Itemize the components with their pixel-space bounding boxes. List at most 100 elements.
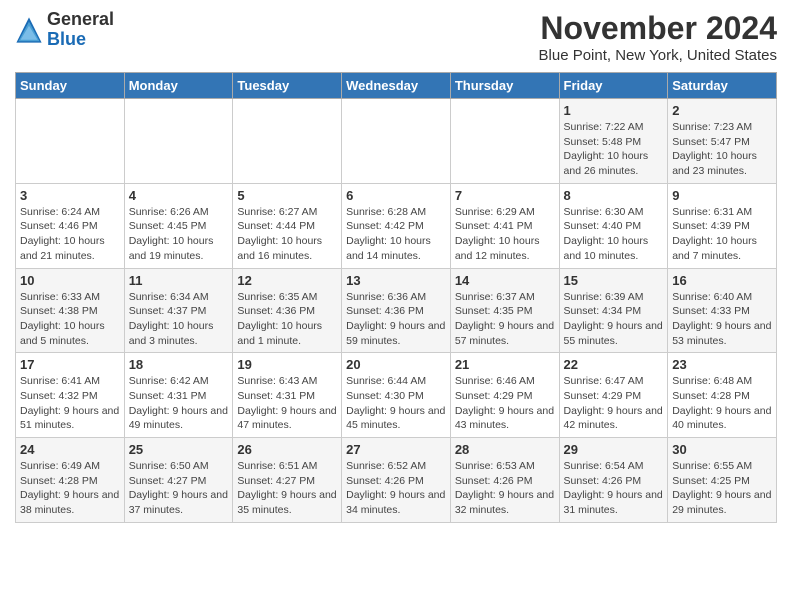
calendar-cell: 27 Sunrise: 6:52 AM Sunset: 4:26 PM Dayli…	[342, 438, 451, 523]
day-number: 21	[455, 357, 555, 372]
calendar-cell: 26 Sunrise: 6:51 AM Sunset: 4:27 PM Dayli…	[233, 438, 342, 523]
day-number: 15	[564, 273, 664, 288]
day-number: 26	[237, 442, 337, 457]
calendar-cell: 12 Sunrise: 6:35 AM Sunset: 4:36 PM Dayli…	[233, 268, 342, 353]
day-number: 22	[564, 357, 664, 372]
day-number: 5	[237, 188, 337, 203]
calendar-cell	[342, 99, 451, 184]
calendar-cell: 22 Sunrise: 6:47 AM Sunset: 4:29 PM Dayli…	[559, 353, 668, 438]
calendar-cell	[450, 99, 559, 184]
day-number: 6	[346, 188, 446, 203]
calendar-week-row: 3 Sunrise: 6:24 AM Sunset: 4:46 PM Daylig…	[16, 183, 777, 268]
weekday-header-row: SundayMondayTuesdayWednesdayThursdayFrid…	[16, 73, 777, 99]
calendar-cell: 17Sunrise: 6:41 AM Sunset: 4:32 PM Dayli…	[16, 353, 125, 438]
calendar-cell: 2 Sunrise: 7:23 AM Sunset: 5:47 PM Daylig…	[668, 99, 777, 184]
logo: General Blue	[15, 10, 114, 50]
day-info: Sunrise: 6:42 AM Sunset: 4:31 PM Dayligh…	[129, 374, 229, 433]
calendar-cell: 29 Sunrise: 6:54 AM Sunset: 4:26 PM Dayli…	[559, 438, 668, 523]
weekday-header: Monday	[124, 73, 233, 99]
calendar-cell: 24 Sunrise: 6:49 AM Sunset: 4:28 PM Dayli…	[16, 438, 125, 523]
day-number: 2	[672, 103, 772, 118]
day-info: Sunrise: 6:36 AM Sunset: 4:36 PM Dayligh…	[346, 290, 446, 349]
calendar-week-row: 24 Sunrise: 6:49 AM Sunset: 4:28 PM Dayli…	[16, 438, 777, 523]
day-info: Sunrise: 6:47 AM Sunset: 4:29 PM Dayligh…	[564, 374, 664, 433]
calendar-table: SundayMondayTuesdayWednesdayThursdayFrid…	[15, 72, 777, 523]
calendar-cell: 30 Sunrise: 6:55 AM Sunset: 4:25 PM Dayli…	[668, 438, 777, 523]
day-number: 19	[237, 357, 337, 372]
day-number: 12	[237, 273, 337, 288]
day-number: 1	[564, 103, 664, 118]
day-number: 24	[20, 442, 120, 457]
day-number: 30	[672, 442, 772, 457]
day-info: Sunrise: 6:41 AM Sunset: 4:32 PM Dayligh…	[20, 374, 120, 433]
day-info: Sunrise: 6:24 AM Sunset: 4:46 PM Dayligh…	[20, 205, 120, 264]
calendar-cell: 3 Sunrise: 6:24 AM Sunset: 4:46 PM Daylig…	[16, 183, 125, 268]
title-block: November 2024 Blue Point, New York, Unit…	[539, 10, 777, 64]
calendar-body: 1 Sunrise: 7:22 AM Sunset: 5:48 PM Daylig…	[16, 99, 777, 523]
day-info: Sunrise: 6:35 AM Sunset: 4:36 PM Dayligh…	[237, 290, 337, 349]
calendar-cell: 11 Sunrise: 6:34 AM Sunset: 4:37 PM Dayli…	[124, 268, 233, 353]
weekday-header: Thursday	[450, 73, 559, 99]
day-info: Sunrise: 6:52 AM Sunset: 4:26 PM Dayligh…	[346, 459, 446, 518]
day-number: 18	[129, 357, 229, 372]
calendar-cell: 1 Sunrise: 7:22 AM Sunset: 5:48 PM Daylig…	[559, 99, 668, 184]
day-number: 11	[129, 273, 229, 288]
month-title: November 2024	[539, 10, 777, 47]
calendar-cell	[233, 99, 342, 184]
day-info: Sunrise: 6:30 AM Sunset: 4:40 PM Dayligh…	[564, 205, 664, 264]
day-number: 10	[20, 273, 120, 288]
day-info: Sunrise: 7:23 AM Sunset: 5:47 PM Dayligh…	[672, 120, 772, 179]
day-number: 28	[455, 442, 555, 457]
calendar-cell: 28 Sunrise: 6:53 AM Sunset: 4:26 PM Dayli…	[450, 438, 559, 523]
calendar-cell: 15Sunrise: 6:39 AM Sunset: 4:34 PM Dayli…	[559, 268, 668, 353]
day-info: Sunrise: 6:43 AM Sunset: 4:31 PM Dayligh…	[237, 374, 337, 433]
calendar-cell: 14Sunrise: 6:37 AM Sunset: 4:35 PM Dayli…	[450, 268, 559, 353]
logo-text: General Blue	[47, 10, 114, 50]
day-info: Sunrise: 6:48 AM Sunset: 4:28 PM Dayligh…	[672, 374, 772, 433]
day-info: Sunrise: 7:22 AM Sunset: 5:48 PM Dayligh…	[564, 120, 664, 179]
calendar-cell	[16, 99, 125, 184]
day-info: Sunrise: 6:49 AM Sunset: 4:28 PM Dayligh…	[20, 459, 120, 518]
calendar-week-row: 17Sunrise: 6:41 AM Sunset: 4:32 PM Dayli…	[16, 353, 777, 438]
day-info: Sunrise: 6:29 AM Sunset: 4:41 PM Dayligh…	[455, 205, 555, 264]
day-info: Sunrise: 6:46 AM Sunset: 4:29 PM Dayligh…	[455, 374, 555, 433]
day-info: Sunrise: 6:31 AM Sunset: 4:39 PM Dayligh…	[672, 205, 772, 264]
day-info: Sunrise: 6:34 AM Sunset: 4:37 PM Dayligh…	[129, 290, 229, 349]
day-info: Sunrise: 6:54 AM Sunset: 4:26 PM Dayligh…	[564, 459, 664, 518]
calendar-cell: 13 Sunrise: 6:36 AM Sunset: 4:36 PM Dayli…	[342, 268, 451, 353]
day-info: Sunrise: 6:53 AM Sunset: 4:26 PM Dayligh…	[455, 459, 555, 518]
day-info: Sunrise: 6:26 AM Sunset: 4:45 PM Dayligh…	[129, 205, 229, 264]
weekday-header: Tuesday	[233, 73, 342, 99]
day-number: 23	[672, 357, 772, 372]
calendar-cell: 7 Sunrise: 6:29 AM Sunset: 4:41 PM Daylig…	[450, 183, 559, 268]
day-number: 3	[20, 188, 120, 203]
calendar-week-row: 10 Sunrise: 6:33 AM Sunset: 4:38 PM Dayli…	[16, 268, 777, 353]
calendar-cell: 20Sunrise: 6:44 AM Sunset: 4:30 PM Dayli…	[342, 353, 451, 438]
day-info: Sunrise: 6:33 AM Sunset: 4:38 PM Dayligh…	[20, 290, 120, 349]
day-info: Sunrise: 6:37 AM Sunset: 4:35 PM Dayligh…	[455, 290, 555, 349]
calendar-cell: 21 Sunrise: 6:46 AM Sunset: 4:29 PM Dayli…	[450, 353, 559, 438]
calendar-cell	[124, 99, 233, 184]
day-info: Sunrise: 6:55 AM Sunset: 4:25 PM Dayligh…	[672, 459, 772, 518]
day-number: 8	[564, 188, 664, 203]
logo-icon	[15, 16, 43, 44]
day-number: 13	[346, 273, 446, 288]
day-number: 20	[346, 357, 446, 372]
location: Blue Point, New York, United States	[539, 47, 777, 64]
day-number: 27	[346, 442, 446, 457]
weekday-header: Sunday	[16, 73, 125, 99]
calendar-cell: 9 Sunrise: 6:31 AM Sunset: 4:39 PM Daylig…	[668, 183, 777, 268]
weekday-header: Saturday	[668, 73, 777, 99]
day-number: 7	[455, 188, 555, 203]
day-info: Sunrise: 6:51 AM Sunset: 4:27 PM Dayligh…	[237, 459, 337, 518]
calendar-cell: 8 Sunrise: 6:30 AM Sunset: 4:40 PM Daylig…	[559, 183, 668, 268]
day-info: Sunrise: 6:50 AM Sunset: 4:27 PM Dayligh…	[129, 459, 229, 518]
calendar-cell: 6Sunrise: 6:28 AM Sunset: 4:42 PM Daylig…	[342, 183, 451, 268]
calendar-cell: 25Sunrise: 6:50 AM Sunset: 4:27 PM Dayli…	[124, 438, 233, 523]
day-number: 29	[564, 442, 664, 457]
calendar-week-row: 1 Sunrise: 7:22 AM Sunset: 5:48 PM Daylig…	[16, 99, 777, 184]
calendar-cell: 10 Sunrise: 6:33 AM Sunset: 4:38 PM Dayli…	[16, 268, 125, 353]
day-number: 9	[672, 188, 772, 203]
day-number: 4	[129, 188, 229, 203]
day-number: 16	[672, 273, 772, 288]
